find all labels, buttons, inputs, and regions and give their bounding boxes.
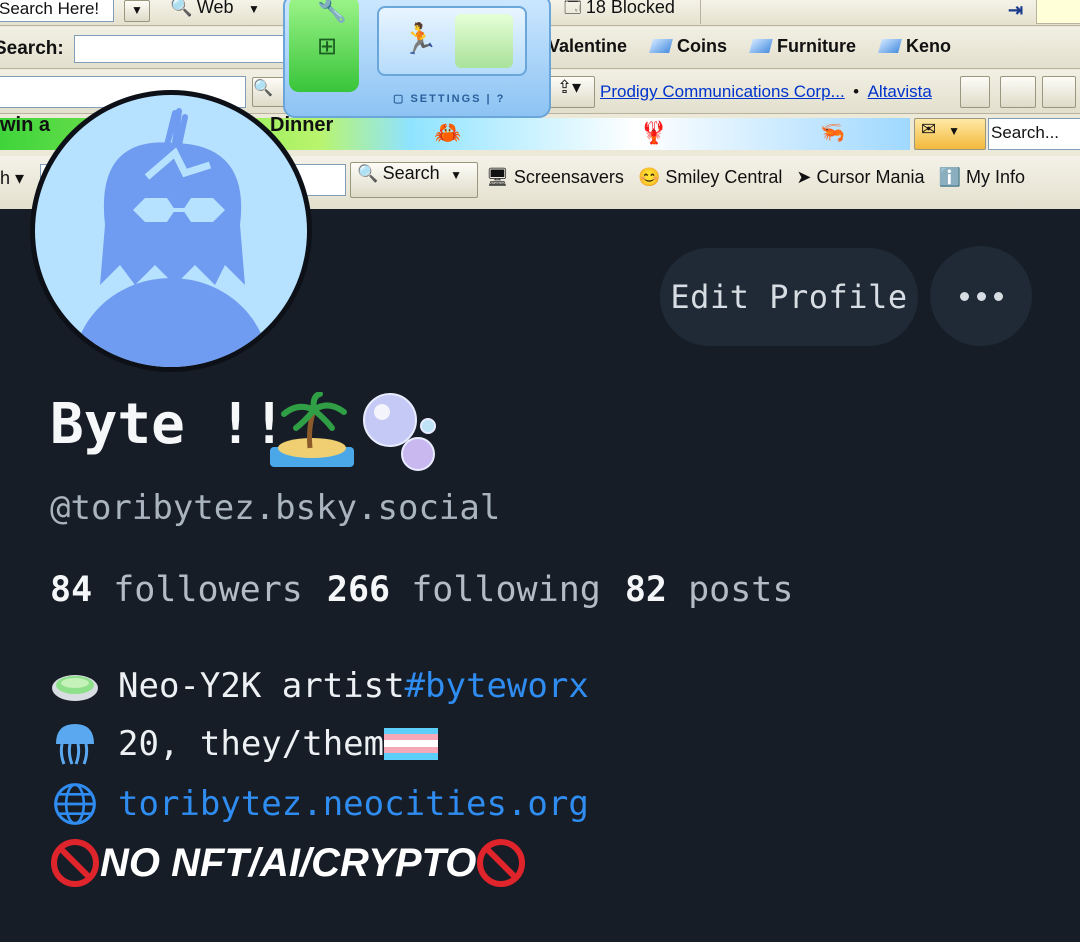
- search-here-input[interactable]: Search Here!: [0, 0, 114, 22]
- bio-line-artist: Neo-Y2K artist #byteworx: [50, 664, 589, 708]
- aim-settings[interactable]: ▢ SETTINGS | ?: [393, 92, 505, 105]
- arrow-right-icon[interactable]: ⇥: [1008, 0, 1023, 21]
- followers-link[interactable]: 84 followers: [50, 570, 303, 610]
- back-icon[interactable]: [1042, 76, 1076, 108]
- yellow-box: [1036, 0, 1080, 24]
- no-entry-icon: [51, 839, 99, 887]
- website-link[interactable]: toribytez.neocities.org: [118, 784, 589, 824]
- dot-icon: [959, 291, 969, 301]
- ticker-left-text: win a: [0, 114, 51, 136]
- bio-artist-text: Neo-Y2K artist: [118, 666, 405, 706]
- bio-line-no-crypto: NO NFT/AI/CRYPTO: [50, 838, 526, 888]
- status-box[interactable]: [455, 14, 513, 68]
- web-label: Web: [196, 0, 234, 17]
- search-here-text: Search Here!: [0, 0, 100, 18]
- jellyfish-icon: [56, 724, 94, 765]
- posts-count: 82 posts: [624, 570, 794, 610]
- aim-side-panel: 🔧 ⊞: [289, 0, 359, 92]
- grid-icon[interactable]: ⊞: [317, 32, 337, 61]
- island-bubbles-icons: [270, 392, 436, 471]
- character-avatar-icon: [73, 108, 269, 367]
- hashtag-byteworx[interactable]: #byteworx: [405, 666, 589, 706]
- avatar[interactable]: [30, 90, 312, 372]
- island-icon: [270, 392, 354, 467]
- petri-dish-icon: [52, 675, 98, 701]
- link-coins[interactable]: Coins: [649, 36, 727, 57]
- mail-button[interactable]: ✉ ▼: [914, 118, 986, 150]
- globe-icon: [54, 783, 96, 825]
- search-field[interactable]: [74, 35, 286, 63]
- profile-handle: @toribytez.bsky.social: [50, 488, 501, 528]
- toolbar-search-button[interactable]: 🔍 Search ▼: [350, 162, 478, 198]
- display-name: Byte !!: [50, 392, 287, 457]
- popup-blocker[interactable]: 🗔 18 Blocked: [564, 0, 675, 24]
- link-furniture[interactable]: Furniture: [749, 36, 856, 57]
- avatar-image: [35, 95, 307, 367]
- link-prodigy[interactable]: Prodigy Communications Corp...: [600, 82, 845, 101]
- blocked-label: 18 Blocked: [585, 0, 675, 17]
- trans-flag-icon: [384, 728, 439, 760]
- chevron-down-icon: ▼: [248, 2, 260, 16]
- bullet: •: [853, 82, 860, 101]
- crab-icon: 🦀: [434, 120, 462, 145]
- mail-search-placeholder: Search...: [991, 123, 1060, 142]
- web-search-button[interactable]: 🔍 Web ▼: [170, 0, 260, 18]
- gem-icon: [749, 39, 773, 53]
- lobster-icon: 🦞: [640, 120, 668, 145]
- cursor-mania-button[interactable]: ➤ Cursor Mania: [796, 167, 924, 188]
- divider: [700, 0, 701, 24]
- aim-buddy-panel: 🏃: [377, 6, 527, 76]
- edit-profile-button[interactable]: Edit Profile: [660, 248, 918, 346]
- toolbar-apps: 🖥 Screensavers 😊 Smiley Central ➤ Cursor…: [486, 167, 1025, 188]
- smiley-central-button[interactable]: 😊 Smiley Central: [638, 167, 782, 188]
- more-options-button[interactable]: [930, 246, 1032, 346]
- bio-line-pronouns: 20, they/them: [50, 722, 439, 766]
- mail-icon: ✉: [921, 119, 937, 139]
- running-man-icon[interactable]: 🏃: [401, 22, 438, 57]
- mail-search-input[interactable]: Search...: [988, 118, 1080, 150]
- page-icon[interactable]: [1000, 76, 1036, 108]
- shrimp-icon: 🦐: [820, 122, 845, 144]
- no-entry-icon: [477, 839, 526, 887]
- magnifier-icon: 🔍: [170, 0, 193, 17]
- search-here-dropdown[interactable]: ▼: [124, 0, 150, 22]
- dot-icon: [993, 291, 1003, 301]
- bio-line-website: toribytez.neocities.org: [50, 782, 589, 826]
- game-links: Valentine Coins Furniture Keno: [548, 36, 951, 57]
- search-label: Search:: [0, 38, 64, 59]
- blocked-icon: 🗔: [564, 0, 582, 17]
- wrench-icon[interactable]: 🔧: [317, 0, 347, 25]
- aim-widget[interactable]: 🔧 ⊞ 🏃 ▢ SETTINGS | ?: [283, 0, 551, 118]
- my-info-button[interactable]: ℹ️ My Info: [939, 167, 1025, 188]
- link-valentine[interactable]: Valentine: [548, 36, 627, 57]
- bio-pronouns-text: 20, they/them: [118, 724, 385, 764]
- left-label: h ▾: [0, 168, 25, 188]
- link-keno[interactable]: Keno: [878, 36, 951, 57]
- info-icon: ℹ️: [938, 167, 961, 187]
- monitor-icon: 🖥: [486, 167, 509, 187]
- following-link[interactable]: 266 following: [327, 570, 601, 610]
- gem-icon: [878, 39, 902, 53]
- cursor-icon: ➤: [796, 167, 812, 187]
- smiley-icon: 😊: [637, 167, 661, 187]
- dot-icon: [976, 291, 986, 301]
- profile-stats: 84 followers 266 following 82 posts: [50, 570, 793, 610]
- bio-no-crypto-text: NO NFT/AI/CRYPTO: [100, 840, 477, 885]
- bubbles-icon: [363, 393, 436, 471]
- magnifier-icon: 🔍: [357, 164, 379, 183]
- bookmark-links: Prodigy Communications Corp... • Altavis…: [600, 82, 932, 102]
- search-button-label: Search: [382, 163, 440, 183]
- gem-icon: [649, 39, 673, 53]
- copy-icon[interactable]: [960, 76, 990, 108]
- link-altavista[interactable]: Altavista: [868, 82, 932, 101]
- screensavers-button[interactable]: 🖥 Screensavers: [486, 167, 624, 188]
